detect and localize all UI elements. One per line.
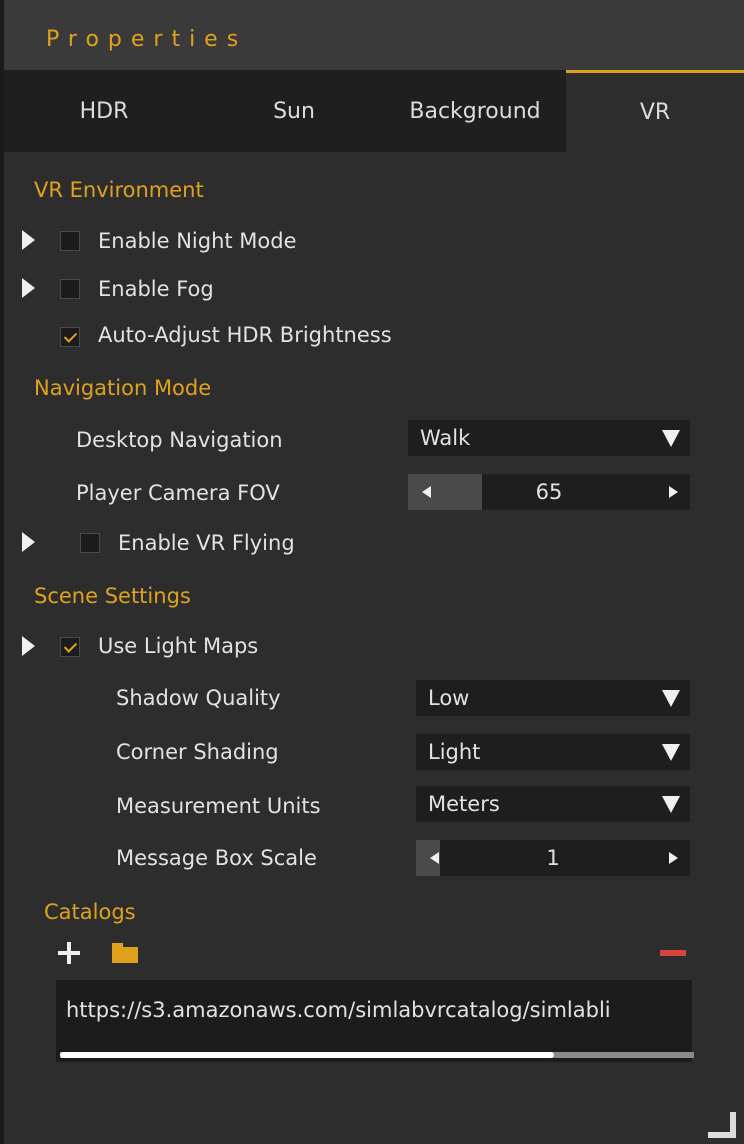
tab-vr[interactable]: VR	[566, 70, 744, 152]
measurement-units-dropdown[interactable]: Meters	[416, 786, 690, 822]
chevron-down-icon	[662, 690, 680, 707]
tab-background[interactable]: Background	[384, 70, 566, 152]
camera-fov-value: 65	[535, 480, 563, 504]
auto-adjust-label: Auto-Adjust HDR Brightness	[98, 323, 392, 347]
section-title-catalogs: Catalogs	[44, 900, 136, 924]
measurement-units-label: Measurement Units	[116, 794, 321, 818]
desktop-navigation-value: Walk	[420, 426, 471, 450]
tab-hdr[interactable]: HDR	[4, 70, 204, 152]
corner-shading-label: Corner Shading	[116, 740, 279, 764]
folder-icon[interactable]	[112, 943, 138, 963]
catalog-scrollbar[interactable]	[60, 1052, 694, 1058]
night-mode-checkbox[interactable]	[60, 231, 80, 251]
message-box-scale-label: Message Box Scale	[116, 846, 317, 870]
expand-light-maps-icon[interactable]	[22, 636, 35, 656]
shadow-quality-dropdown[interactable]: Low	[416, 680, 690, 716]
corner-shading-value: Light	[428, 740, 481, 764]
minus-icon[interactable]	[660, 950, 686, 956]
catalog-scrollbar-thumb[interactable]	[60, 1052, 554, 1058]
camera-fov-label: Player Camera FOV	[76, 481, 280, 505]
vr-flying-checkbox[interactable]	[80, 533, 100, 553]
increment-icon[interactable]	[669, 486, 678, 498]
night-mode-label: Enable Night Mode	[98, 229, 297, 253]
corner-shading-dropdown[interactable]: Light	[416, 734, 690, 770]
section-title-navigation-mode: Navigation Mode	[34, 376, 212, 400]
message-box-scale-stepper[interactable]: 1	[416, 840, 690, 876]
section-title-scene-settings: Scene Settings	[34, 584, 191, 608]
properties-panel: Properties HDR Sun Background VR VR Envi…	[4, 0, 744, 1144]
resize-icon[interactable]	[708, 1112, 740, 1140]
desktop-navigation-dropdown[interactable]: Walk	[408, 420, 690, 456]
light-maps-label: Use Light Maps	[98, 634, 259, 658]
expand-vr-flying-icon[interactable]	[22, 532, 35, 552]
desktop-navigation-label: Desktop Navigation	[76, 428, 283, 452]
message-box-scale-value: 1	[546, 846, 560, 870]
auto-adjust-checkbox[interactable]	[60, 327, 80, 347]
panel-title: Properties	[46, 27, 248, 52]
increment-icon[interactable]	[669, 852, 678, 864]
section-title-vr-environment: VR Environment	[34, 178, 204, 202]
plus-icon[interactable]	[58, 942, 80, 964]
vr-flying-label: Enable VR Flying	[118, 531, 295, 555]
panel-titlebar[interactable]: Properties	[4, 0, 744, 70]
fog-checkbox[interactable]	[60, 279, 80, 299]
expand-night-mode-icon[interactable]	[22, 230, 35, 250]
catalog-list[interactable]: https://s3.amazonaws.com/simlabvrcatalog…	[56, 980, 692, 1062]
catalog-url[interactable]: https://s3.amazonaws.com/simlabvrcatalog…	[66, 998, 611, 1022]
shadow-quality-value: Low	[428, 686, 470, 710]
chevron-down-icon	[662, 796, 680, 813]
camera-fov-stepper[interactable]: 65	[408, 474, 690, 510]
expand-fog-icon[interactable]	[22, 278, 35, 298]
shadow-quality-label: Shadow Quality	[116, 686, 281, 710]
light-maps-checkbox[interactable]	[60, 637, 80, 657]
measurement-units-value: Meters	[428, 792, 500, 816]
tab-sun[interactable]: Sun	[204, 70, 384, 152]
chevron-down-icon	[662, 430, 680, 447]
tab-bar: HDR Sun Background VR	[4, 70, 744, 152]
fog-label: Enable Fog	[98, 277, 214, 301]
chevron-down-icon	[662, 744, 680, 761]
